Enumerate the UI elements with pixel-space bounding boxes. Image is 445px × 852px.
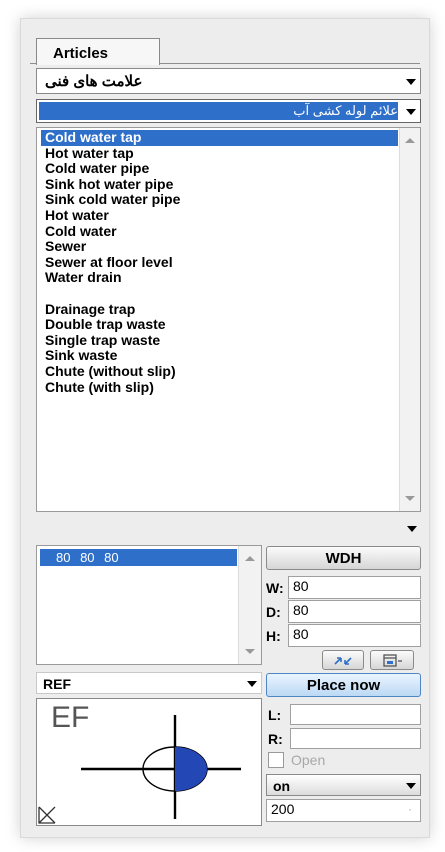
sizes-scrollbar[interactable] bbox=[238, 546, 261, 664]
view-button[interactable] bbox=[370, 650, 414, 670]
list-scrollbar[interactable] bbox=[399, 128, 420, 511]
tab-articles[interactable]: Articles bbox=[36, 38, 160, 65]
open-checkbox[interactable] bbox=[268, 752, 284, 768]
subcategory-value: علائم لوله کشی آب bbox=[39, 102, 398, 120]
mode-dropdown[interactable]: on bbox=[266, 774, 421, 796]
category-value: علامت های فنی bbox=[45, 73, 143, 90]
articles-items: Cold water tap Hot water tap Cold water pi… bbox=[41, 129, 398, 396]
list-item[interactable]: Double trap waste bbox=[41, 317, 398, 333]
ref-dropdown[interactable]: REF bbox=[36, 672, 262, 694]
chevron-down-icon[interactable] bbox=[247, 681, 257, 687]
width-label: W: bbox=[266, 580, 284, 596]
list-item[interactable]: Cold water bbox=[41, 223, 398, 240]
r-label: R: bbox=[268, 731, 283, 747]
window-icon bbox=[383, 654, 402, 667]
wdh-button[interactable]: WDH bbox=[266, 546, 421, 570]
list-item[interactable]: Sewer at floor level bbox=[41, 254, 398, 271]
variant-dropdown[interactable] bbox=[36, 518, 421, 540]
l-label: L: bbox=[268, 707, 282, 723]
list-item[interactable]: Hot water bbox=[41, 207, 398, 224]
chevron-down-icon[interactable] bbox=[406, 79, 416, 85]
number-value: 200 bbox=[271, 801, 295, 817]
list-item[interactable]: Sink cold water pipe bbox=[41, 192, 398, 208]
r-field[interactable] bbox=[290, 728, 421, 749]
number-field[interactable]: 200 · bbox=[266, 799, 421, 822]
scroll-up-icon[interactable] bbox=[405, 138, 415, 143]
size-item[interactable]: 80 80 80 bbox=[40, 549, 237, 566]
list-separator bbox=[41, 286, 398, 302]
symbol-half-fill bbox=[175, 747, 207, 791]
list-item[interactable]: Sewer bbox=[41, 239, 398, 255]
rotate-button[interactable] bbox=[322, 650, 364, 670]
corner-icon bbox=[38, 806, 56, 824]
scroll-down-icon[interactable] bbox=[405, 496, 415, 501]
height-label: H: bbox=[266, 628, 281, 644]
spinner-icon[interactable]: · bbox=[408, 802, 412, 816]
preview-symbol bbox=[38, 715, 241, 824]
open-label: Open bbox=[291, 752, 326, 768]
subcategory-dropdown[interactable]: علائم لوله کشی آب bbox=[36, 99, 421, 123]
depth-label: D: bbox=[266, 604, 281, 620]
list-item[interactable]: Sink hot water pipe bbox=[41, 176, 398, 193]
list-item[interactable]: Cold water pipe bbox=[41, 161, 398, 177]
scroll-down-icon[interactable] bbox=[245, 649, 255, 654]
chevron-down-icon[interactable] bbox=[407, 526, 417, 532]
list-item[interactable]: Drainage trap bbox=[41, 301, 398, 318]
symbol-preview: EF bbox=[36, 698, 262, 826]
l-field[interactable] bbox=[290, 704, 421, 725]
list-item[interactable]: Chute (with slip) bbox=[41, 379, 398, 396]
list-item[interactable]: Water drain bbox=[41, 270, 398, 286]
chevron-down-icon[interactable] bbox=[406, 109, 416, 115]
width-field[interactable]: 80 bbox=[288, 576, 421, 599]
category-dropdown[interactable]: علامت های فنی bbox=[36, 68, 421, 94]
place-now-button[interactable]: Place now bbox=[266, 673, 421, 697]
list-item[interactable]: Chute (without slip) bbox=[41, 363, 398, 380]
list-item[interactable]: Cold water tap bbox=[41, 129, 398, 146]
list-item[interactable]: Sink waste bbox=[41, 348, 398, 364]
list-item[interactable]: Hot water tap bbox=[41, 145, 398, 162]
mode-value: on bbox=[273, 778, 291, 794]
sizes-list[interactable]: 80 80 80 bbox=[36, 545, 262, 665]
articles-list[interactable]: Cold water tap Hot water tap Cold water pi… bbox=[36, 127, 421, 512]
depth-field[interactable]: 80 bbox=[288, 600, 421, 623]
height-field[interactable]: 80 bbox=[288, 624, 421, 647]
list-item[interactable]: Single trap waste bbox=[41, 332, 398, 349]
ref-value: REF bbox=[43, 676, 71, 692]
scroll-up-icon[interactable] bbox=[245, 556, 255, 561]
rotate-icon bbox=[334, 657, 352, 665]
chevron-down-icon[interactable] bbox=[406, 783, 416, 789]
